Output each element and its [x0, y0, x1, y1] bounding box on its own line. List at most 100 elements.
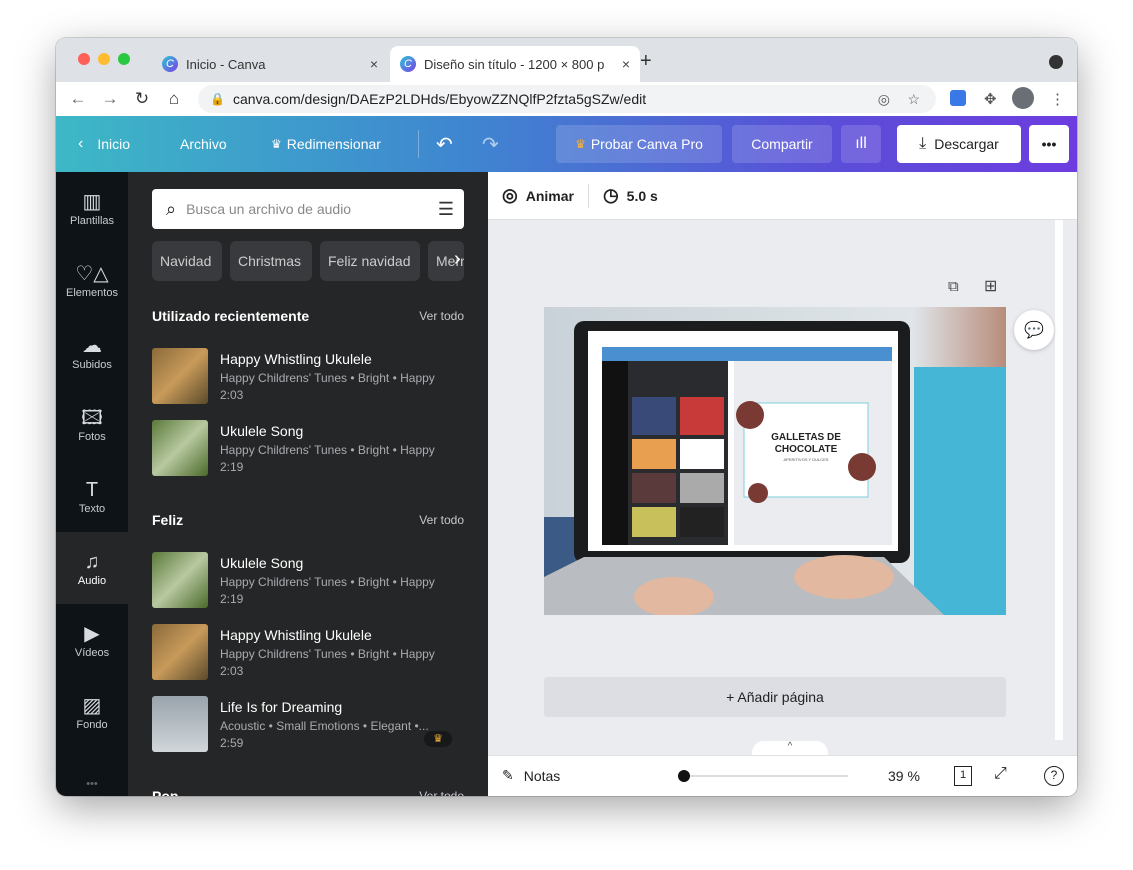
close-tab-icon[interactable]: ×: [370, 56, 378, 72]
canva-favicon-icon: C: [400, 56, 416, 72]
rail-item-vídeos[interactable]: ▶ Vídeos: [56, 604, 128, 676]
tracking-eye-icon[interactable]: ◎: [878, 91, 890, 108]
undo-icon[interactable]: ↶: [436, 116, 453, 172]
zoom-slider[interactable]: [684, 775, 848, 777]
see-all-link[interactable]: Ver todo: [419, 309, 464, 323]
editor-area: ◎ Animar ◷ 5.0 s ⧉ ⊞ 💬 GALLETAS DE CHOCO…: [488, 172, 1077, 796]
divider: [587, 183, 589, 208]
minimize-window-button[interactable]: [98, 53, 110, 65]
section-title: Feliz: [152, 512, 184, 528]
audio-track[interactable]: Happy Whistling Ukulele Happy Childrens'…: [152, 624, 452, 682]
avatar[interactable]: [1012, 87, 1034, 109]
animate-button[interactable]: ◎ Animar: [502, 185, 574, 206]
track-thumbnail: [152, 624, 208, 680]
page-count-button[interactable]: 1: [954, 766, 972, 786]
add-page-button[interactable]: + Añadir página: [544, 677, 1006, 717]
track-duration: 2:03: [220, 388, 244, 402]
audio-track[interactable]: Ukulele Song Happy Childrens' Tunes • Br…: [152, 420, 452, 478]
rail-item-fotos[interactable]: 🖾 Fotos: [56, 388, 128, 460]
extension-icon[interactable]: [950, 90, 966, 106]
chip-feliz-navidad[interactable]: Feliz navidad: [320, 241, 420, 281]
tab-title: Inicio - Canva: [186, 56, 266, 72]
new-tab-button[interactable]: +: [640, 50, 652, 73]
chevron-right-icon[interactable]: ›: [454, 248, 461, 271]
help-icon[interactable]: ?: [1044, 766, 1064, 786]
chip-navidad[interactable]: Navidad: [152, 241, 222, 281]
rail-3-icon: 🖾: [81, 407, 103, 429]
download-label: Descargar: [934, 136, 999, 152]
home-button[interactable]: ‹ Inicio: [78, 116, 130, 172]
redo-icon[interactable]: ↷: [482, 116, 499, 172]
design-page[interactable]: GALLETAS DE CHOCOLATE APERITIVOS Y DULCE…: [544, 307, 1006, 615]
rail-item-fondo[interactable]: ▨ Fondo: [56, 676, 128, 748]
browser-tab-design[interactable]: C Diseño sin título - 1200 × 800 p ×: [390, 46, 640, 82]
rail-5-icon: ♫: [84, 551, 100, 573]
try-pro-button[interactable]: ♛ Probar Canva Pro: [556, 125, 722, 163]
more-button[interactable]: •••: [1029, 125, 1069, 163]
rail-label: Subidos: [72, 359, 112, 371]
back-icon[interactable]: ←: [62, 89, 94, 109]
duration-button[interactable]: ◷ 5.0 s: [603, 185, 658, 206]
track-title: Happy Whistling Ukulele: [220, 627, 372, 643]
person-shirt: [914, 367, 1006, 615]
page-count: 1: [959, 769, 967, 781]
zoom-level[interactable]: 39 %: [888, 768, 920, 784]
audio-track[interactable]: Life Is for Dreaming Acoustic • Small Em…: [152, 696, 452, 754]
rail-item-elementos[interactable]: ♡△ Elementos: [56, 244, 128, 316]
section-header: Feliz Ver todo: [152, 512, 464, 528]
insights-chart-icon[interactable]: ıll: [841, 125, 881, 163]
rail-label: Fotos: [78, 431, 106, 443]
see-all-link[interactable]: Ver todo: [419, 789, 464, 796]
side-rail: ▥ Plantillas ♡△ Elementos ☁ Subidos 🖾 Fotos T Tex…: [56, 172, 128, 796]
bottom-bar: ✎ Notas 39 % 1 ⤢ ?: [488, 755, 1077, 796]
track-thumbnail: [152, 420, 208, 476]
url-bar[interactable]: 🔒 canva.com/design/DAEzP2LDHds/EbyowZZNQ…: [198, 85, 936, 113]
rail-7-icon: ▨: [82, 695, 102, 717]
notes-button[interactable]: ✎ Notas: [502, 767, 560, 784]
track-meta: Happy Childrens' Tunes • Bright • Happy: [220, 371, 435, 385]
close-tab-icon[interactable]: ×: [622, 56, 630, 72]
filter-sliders-icon[interactable]: ☰: [438, 199, 454, 220]
rail-1-icon: ♡△: [75, 263, 109, 285]
file-menu[interactable]: Archivo: [180, 116, 227, 172]
reload-icon[interactable]: ↻: [126, 89, 158, 109]
comment-icon[interactable]: 💬: [1014, 310, 1054, 350]
audio-search-input[interactable]: ⌕ Busca un archivo de audio ☰: [152, 189, 464, 229]
forward-icon[interactable]: →: [94, 89, 126, 109]
rail-item-texto[interactable]: T Texto: [56, 460, 128, 532]
maximize-window-button[interactable]: [118, 53, 130, 65]
chip-christmas[interactable]: Christmas: [230, 241, 312, 281]
star-icon[interactable]: ☆: [907, 91, 920, 108]
rail-item-subidos[interactable]: ☁ Subidos: [56, 316, 128, 388]
puzzle-icon[interactable]: ✥: [984, 90, 997, 108]
browser-tab-inicio[interactable]: C Inicio - Canva ×: [152, 46, 388, 82]
audio-track[interactable]: Happy Whistling Ukulele Happy Childrens'…: [152, 348, 452, 406]
share-button[interactable]: Compartir: [732, 125, 832, 163]
editor-toolbar: ◎ Animar ◷ 5.0 s: [488, 172, 1077, 220]
rail-item-plantillas[interactable]: ▥ Plantillas: [56, 172, 128, 244]
close-window-button[interactable]: [78, 53, 90, 65]
duplicate-page-icon[interactable]: ⧉: [948, 278, 959, 295]
rail-item-audio[interactable]: ♫ Audio: [56, 532, 128, 604]
rail-item-more[interactable]: •••: [56, 748, 128, 796]
download-button[interactable]: ⤓ Descargar: [897, 125, 1021, 163]
rail-6-icon: ▶: [84, 623, 100, 645]
track-meta: Acoustic • Small Emotions • Elegant •...: [220, 719, 429, 733]
audio-panel: ⌕ Busca un archivo de audio ☰ Navidad Ch…: [128, 172, 488, 796]
zoom-slider-handle[interactable]: [678, 770, 690, 782]
resize-button[interactable]: ♛ Redimensionar: [271, 116, 381, 172]
audio-track[interactable]: Ukulele Song Happy Childrens' Tunes • Br…: [152, 552, 452, 610]
notes-label: Notas: [523, 767, 561, 784]
home-icon[interactable]: ⌂: [158, 89, 190, 109]
home-label: Inicio: [97, 136, 131, 152]
fullscreen-icon[interactable]: ⤢: [994, 765, 1007, 783]
track-thumbnail: [152, 552, 208, 608]
design-title-line1: GALLETAS DE: [771, 432, 841, 443]
add-page-icon[interactable]: ⊞: [984, 276, 997, 296]
menu-kebab-icon[interactable]: ⋮: [1050, 90, 1065, 108]
lock-icon: 🔒: [210, 92, 225, 106]
animate-icon: ◎: [502, 185, 518, 205]
tab-search-icon[interactable]: [1049, 55, 1063, 69]
crown-icon: ♛: [575, 137, 586, 151]
see-all-link[interactable]: Ver todo: [419, 513, 464, 527]
